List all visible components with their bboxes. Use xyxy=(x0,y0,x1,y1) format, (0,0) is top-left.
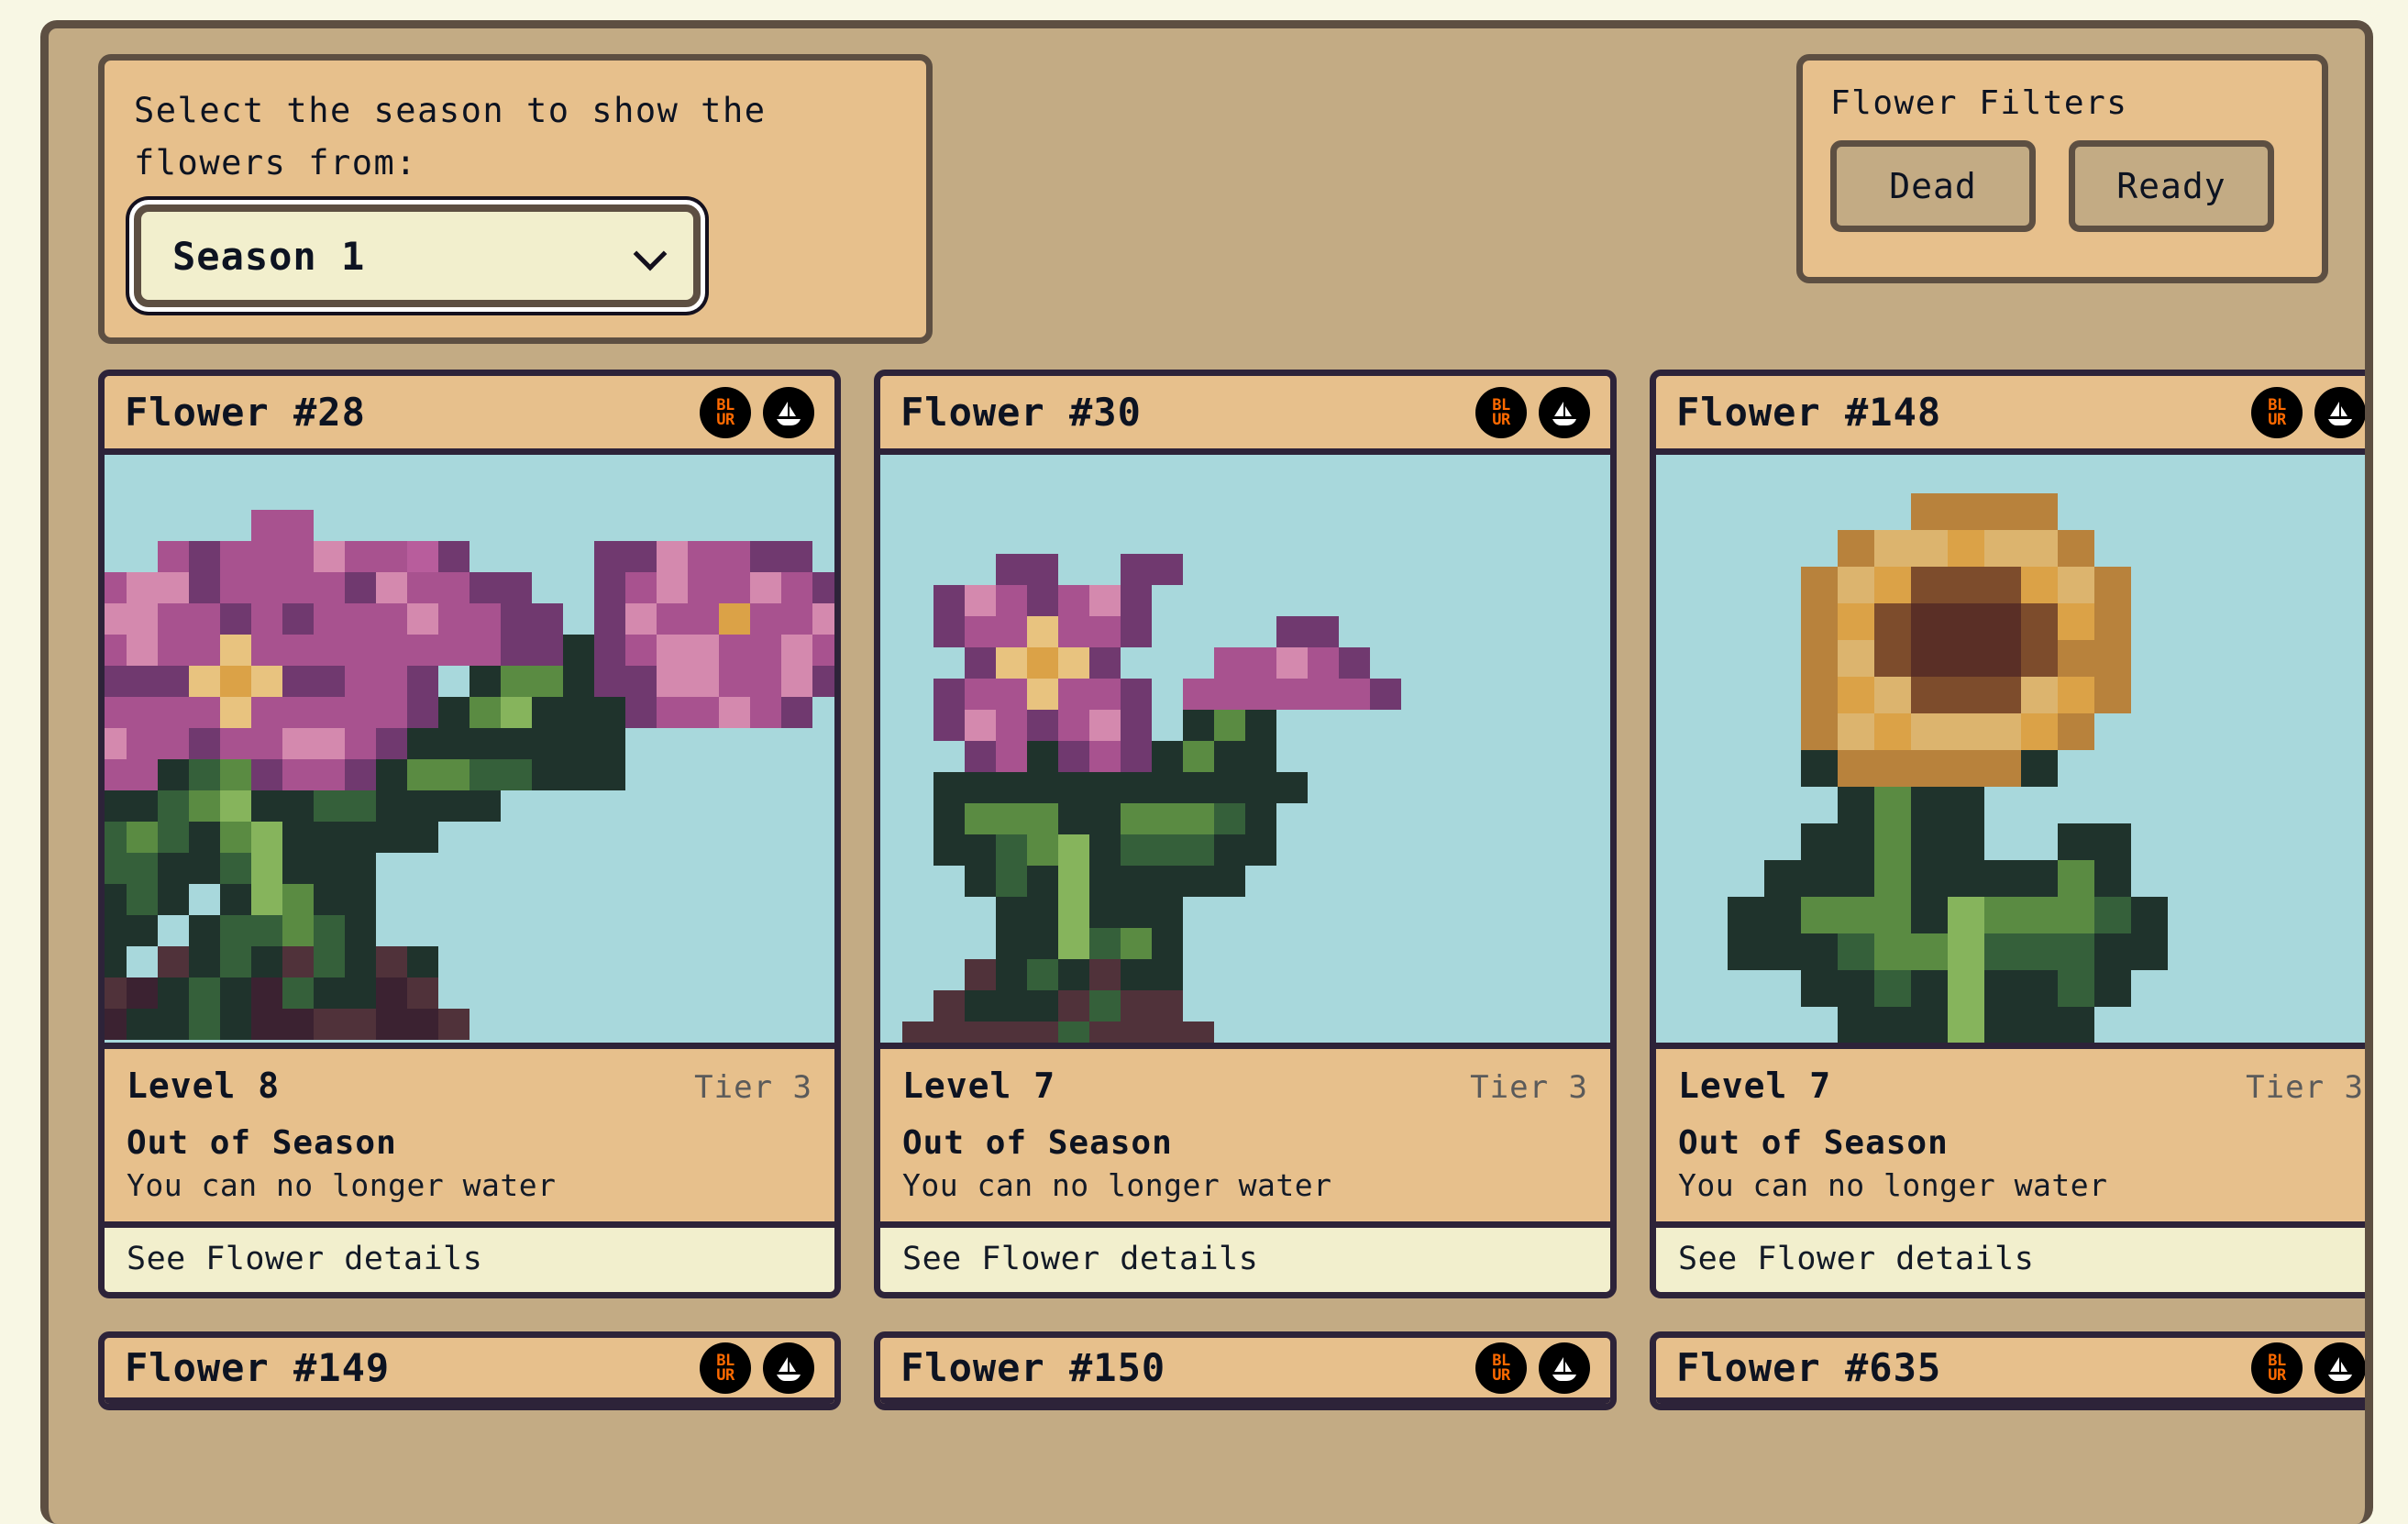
flower-card: Flower #150 BL UR xyxy=(874,1331,1617,1410)
blur-icon[interactable]: BL UR xyxy=(700,1342,751,1394)
flower-status: Out of Season xyxy=(902,1124,1173,1162)
flower-card-header: Flower #148 BL UR xyxy=(1656,376,2365,455)
flower-card-header: Flower #28 BL UR xyxy=(105,376,834,455)
season-select-value: Season 1 xyxy=(172,233,366,279)
app-frame: Select the season to show the flowers fr… xyxy=(40,20,2373,1524)
flower-pixel-art xyxy=(880,554,1610,1043)
flower-tier: Tier 3 xyxy=(1470,1069,1588,1106)
see-flower-details-label: See Flower details xyxy=(902,1241,1259,1277)
see-flower-details-button[interactable]: See Flower details xyxy=(1656,1221,2365,1292)
flower-card: Flower #149 BL UR xyxy=(98,1331,841,1410)
blur-icon[interactable]: BL UR xyxy=(1475,386,1527,438)
blur-icon[interactable]: BL UR xyxy=(2251,1342,2303,1394)
blur-icon-text: UR xyxy=(2268,1365,2286,1385)
blur-icon-text: UR xyxy=(716,410,735,429)
opensea-icon[interactable] xyxy=(763,386,814,438)
marketplace-icons: BL UR xyxy=(2251,386,2365,438)
flower-card-title: Flower #635 xyxy=(1676,1345,1942,1390)
flower-art-canvas xyxy=(1656,455,2365,1049)
flower-card: Flower #635 BL UR xyxy=(1650,1331,2365,1410)
flower-card-title: Flower #30 xyxy=(900,390,1142,435)
flower-filters-title: Flower Filters xyxy=(1830,84,2128,122)
flower-card-header: Flower #30 BL UR xyxy=(880,376,1610,455)
chevron-down-icon xyxy=(635,240,666,271)
flower-card-header: Flower #149 BL UR xyxy=(105,1338,834,1404)
flower-card: Flower #148 BL UR Level 7 Tier 3 Out of Seaso… xyxy=(1650,370,2365,1298)
flower-tier: Tier 3 xyxy=(694,1069,812,1106)
flower-card-header: Flower #635 BL UR xyxy=(1656,1338,2365,1404)
flower-level-row: Level 8 Tier 3 xyxy=(127,1066,812,1106)
flower-card-info: Level 7 Tier 3 Out of Season You can no lon… xyxy=(1656,1049,2365,1221)
marketplace-icons: BL UR xyxy=(700,386,814,438)
flower-filters-buttons: Dead Ready xyxy=(1830,140,2294,232)
flower-level: Level 7 xyxy=(1678,1066,1832,1106)
blur-icon-text: UR xyxy=(1492,410,1510,429)
season-selector-label: Select the season to show the flowers fr… xyxy=(134,91,767,182)
flower-art-canvas xyxy=(880,455,1610,1049)
filter-dead-button[interactable]: Dead xyxy=(1830,140,2036,232)
marketplace-icons: BL UR xyxy=(2251,1342,2365,1394)
flower-card: Flower #30 BL UR Level 7 Tier 3 Out of Season… xyxy=(874,370,1617,1298)
flower-tier: Tier 3 xyxy=(2246,1069,2364,1106)
flower-level: Level 8 xyxy=(127,1066,281,1106)
opensea-icon[interactable] xyxy=(2314,386,2365,438)
top-control-bar: Select the season to show the flowers fr… xyxy=(49,28,2365,344)
blur-icon-text: UR xyxy=(2268,410,2286,429)
flower-status-detail: You can no longer water xyxy=(127,1167,557,1203)
flower-card-header: Flower #150 BL UR xyxy=(880,1338,1610,1404)
filter-ready-button[interactable]: Ready xyxy=(2069,140,2274,232)
flower-card-title: Flower #28 xyxy=(125,390,366,435)
blur-icon[interactable]: BL UR xyxy=(1475,1342,1527,1394)
flower-filters-panel: Flower Filters Dead Ready xyxy=(1796,54,2328,283)
flower-card-info: Level 7 Tier 3 Out of Season You can no lon… xyxy=(880,1049,1610,1221)
blur-icon[interactable]: BL UR xyxy=(700,386,751,438)
blur-icon[interactable]: BL UR xyxy=(2251,386,2303,438)
flower-level: Level 7 xyxy=(902,1066,1056,1106)
blur-icon-text: UR xyxy=(716,1365,735,1385)
opensea-icon[interactable] xyxy=(763,1342,814,1394)
flower-card-title: Flower #148 xyxy=(1676,390,1942,435)
flower-pixel-art xyxy=(1728,493,2314,1043)
opensea-icon[interactable] xyxy=(2314,1342,2365,1394)
flower-card-title: Flower #149 xyxy=(125,1345,391,1390)
flower-status: Out of Season xyxy=(1678,1124,1949,1162)
marketplace-icons: BL UR xyxy=(1475,386,1590,438)
blur-icon-text: UR xyxy=(1492,1365,1510,1385)
flower-pixel-art xyxy=(105,510,834,1040)
flower-card-title: Flower #150 xyxy=(900,1345,1166,1390)
flower-status-detail: You can no longer water xyxy=(902,1167,1332,1203)
flower-status: Out of Season xyxy=(127,1124,397,1162)
season-select[interactable]: Season 1 xyxy=(134,204,701,307)
opensea-icon[interactable] xyxy=(1539,386,1590,438)
see-flower-details-label: See Flower details xyxy=(127,1241,483,1277)
flower-card: Flower #28 BL UR Level 8 Tier 3 Out of Season… xyxy=(98,370,841,1298)
see-flower-details-button[interactable]: See Flower details xyxy=(105,1221,834,1292)
flower-status-detail: You can no longer water xyxy=(1678,1167,2108,1203)
see-flower-details-button[interactable]: See Flower details xyxy=(880,1221,1610,1292)
season-select-wrapper: Season 1 xyxy=(134,204,701,307)
season-selector-panel: Select the season to show the flowers fr… xyxy=(98,54,933,344)
marketplace-icons: BL UR xyxy=(1475,1342,1590,1394)
flower-level-row: Level 7 Tier 3 xyxy=(902,1066,1588,1106)
marketplace-icons: BL UR xyxy=(700,1342,814,1394)
flower-card-grid: Flower #28 BL UR Level 8 Tier 3 Out of Season… xyxy=(49,370,2365,1410)
flower-art-canvas xyxy=(105,455,834,1049)
flower-level-row: Level 7 Tier 3 xyxy=(1678,1066,2364,1106)
flower-card-info: Level 8 Tier 3 Out of Season You can no lon… xyxy=(105,1049,834,1221)
see-flower-details-label: See Flower details xyxy=(1678,1241,2035,1277)
opensea-icon[interactable] xyxy=(1539,1342,1590,1394)
